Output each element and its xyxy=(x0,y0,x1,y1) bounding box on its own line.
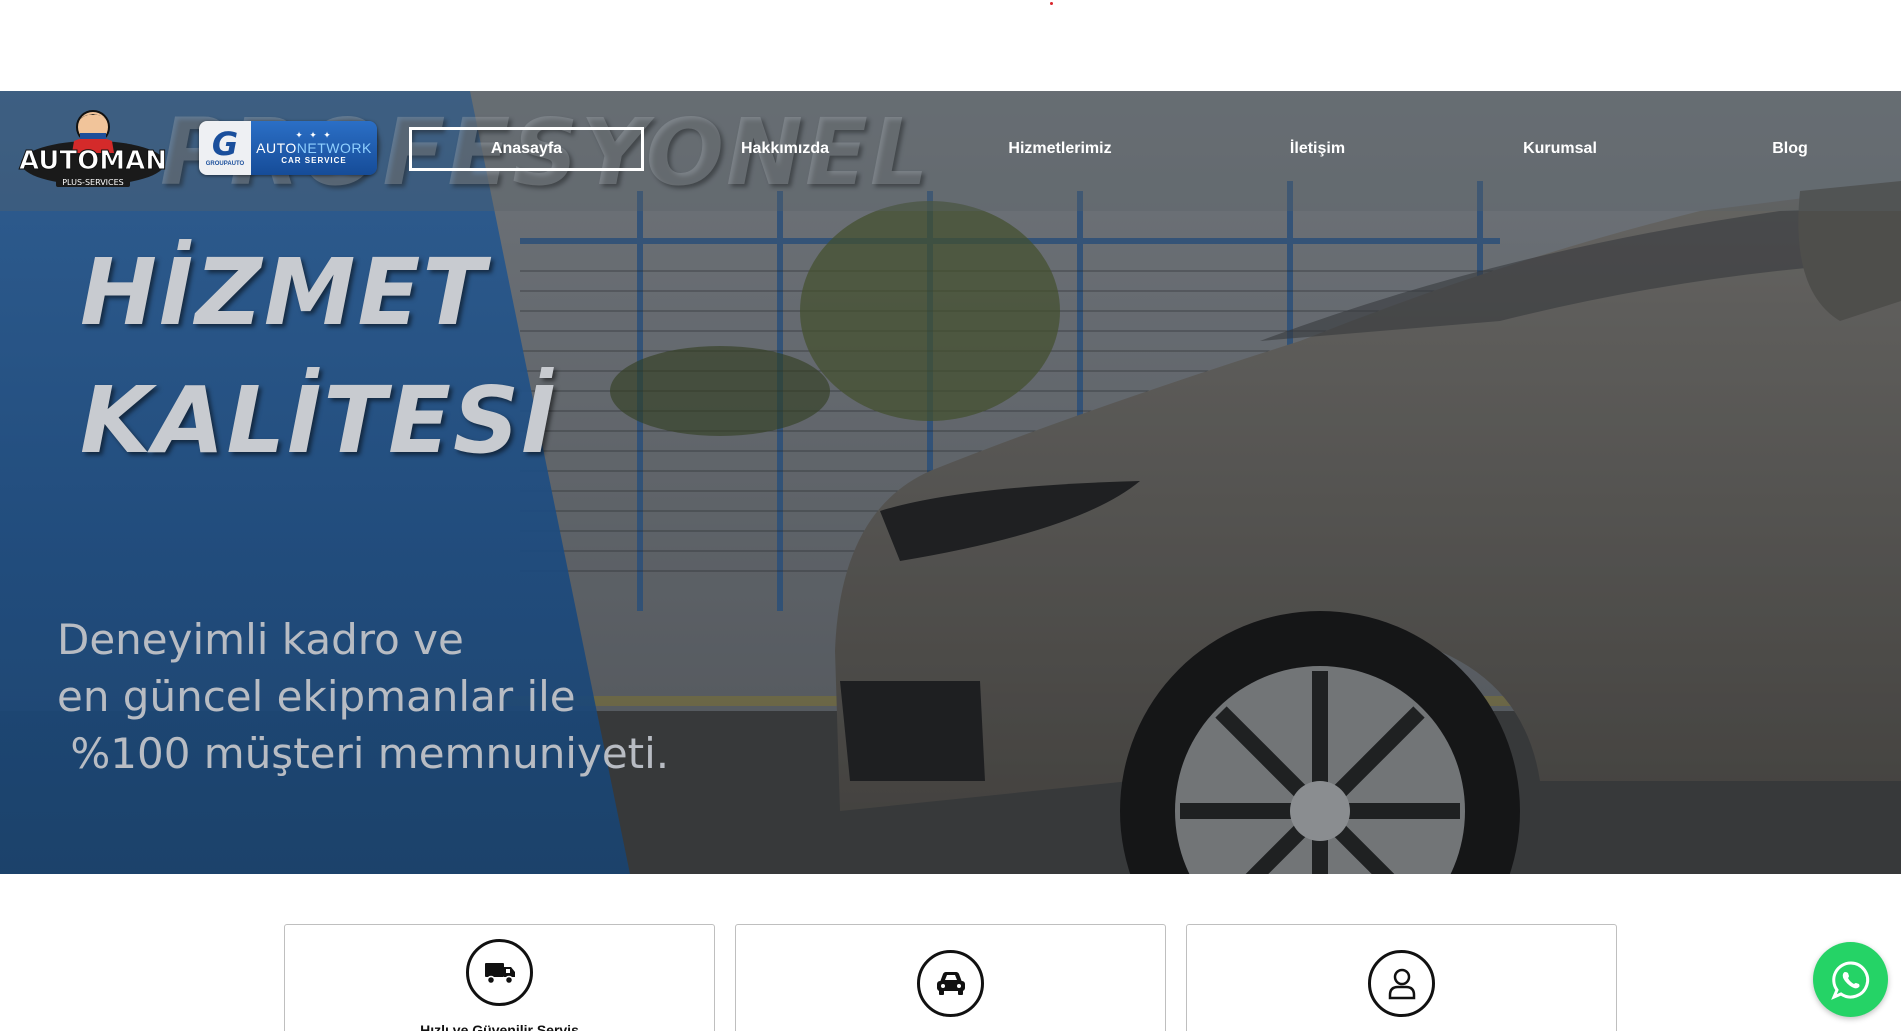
feature-card: Hızlı ve Güvenilir Servis xyxy=(284,924,715,1031)
hero-subtitle: Deneyimli kadro ve en güncel ekipmanlar … xyxy=(57,611,669,782)
groupauto-mark: G GROUPAUTO xyxy=(199,121,251,175)
hero-subtitle-line3: %100 müşteri memnuniyeti. xyxy=(57,729,670,778)
autonetwork-name-a: AUTO xyxy=(256,140,297,156)
feature-cards: Hızlı ve Güvenilir Servis xyxy=(284,924,1617,1031)
automan-logo[interactable]: AUTOMAN PLUS-SERVICES xyxy=(18,105,168,191)
feature-card-title: Hızlı ve Güvenilir Servis xyxy=(420,1022,579,1031)
autonetwork-name-b: NETWORK xyxy=(296,140,372,156)
feature-card xyxy=(735,924,1166,1031)
nav-item-anasayfa[interactable]: Anasayfa xyxy=(409,127,644,171)
automan-logo-tagline: PLUS-SERVICES xyxy=(62,178,124,187)
groupauto-small-text: GROUPAUTO xyxy=(205,161,245,167)
autonetwork-subtitle: CAR SERVICE xyxy=(281,156,347,165)
nav-item-hizmetlerimiz[interactable]: Hizmetlerimiz xyxy=(980,127,1140,171)
nav-item-iletisim[interactable]: İletişim xyxy=(1250,127,1385,171)
loading-indicator xyxy=(1050,2,1053,5)
nav-item-kurumsal[interactable]: Kurumsal xyxy=(1500,127,1620,171)
automan-mascot-icon: AUTOMAN PLUS-SERVICES xyxy=(18,110,168,187)
groupauto-autonetwork-logo[interactable]: G GROUPAUTO ✦ ✦ ✦ AUTONETWORK CAR SERVIC… xyxy=(199,121,377,175)
car-icon xyxy=(917,950,984,1017)
hero-headline-line2: KALİTESİ xyxy=(80,367,558,474)
hero-subtitle-line1: Deneyimli kadro ve xyxy=(57,615,464,664)
hero-headline-line1: HİZMET xyxy=(80,239,488,346)
whatsapp-chat-button[interactable] xyxy=(1813,942,1888,1017)
feature-card xyxy=(1186,924,1617,1031)
stars-icon: ✦ ✦ ✦ xyxy=(295,130,333,140)
user-icon xyxy=(1368,950,1435,1017)
autonetwork-name: AUTONETWORK xyxy=(256,140,372,156)
whatsapp-icon xyxy=(1830,960,1869,1000)
automan-logo-text: AUTOMAN xyxy=(19,146,167,176)
truck-icon xyxy=(466,939,533,1006)
nav-item-blog[interactable]: Blog xyxy=(1740,127,1840,171)
main-navbar: AUTOMAN PLUS-SERVICES G GROUPAUTO ✦ ✦ ✦ … xyxy=(0,91,1901,211)
groupauto-g-letter: G xyxy=(211,125,239,163)
hero-subtitle-line2: en güncel ekipmanlar ile xyxy=(57,672,576,721)
autonetwork-mark: ✦ ✦ ✦ AUTONETWORK CAR SERVICE xyxy=(251,121,377,175)
hero-headline: PROFESYONEL HİZMET KALİTESİ xyxy=(80,99,928,485)
nav-item-hakkimizda[interactable]: Hakkımızda xyxy=(700,127,870,171)
